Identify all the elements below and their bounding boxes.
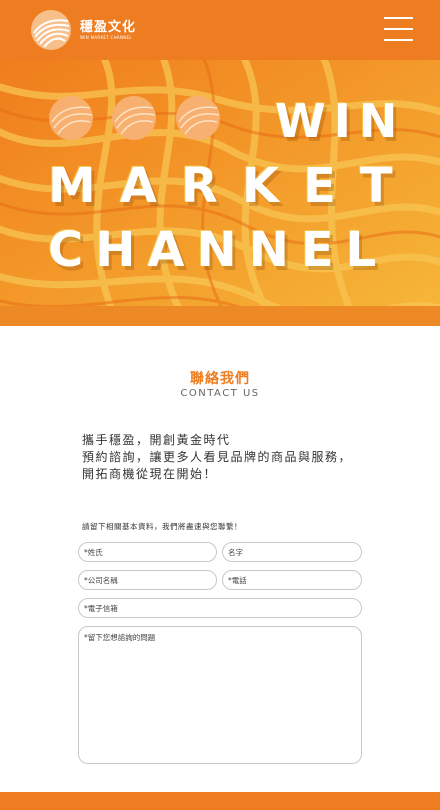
- contact-subtitle: CONTACT US: [180, 388, 260, 399]
- contact-title: 聯絡我們: [190, 371, 250, 387]
- site-header: 穩盈文化 WIN MARKET CHANNEL: [0, 0, 440, 60]
- hero-title-win: WIN: [275, 94, 406, 148]
- form-note: 請留下相關基本資料，我們將盡速與您聯繫！: [82, 522, 242, 531]
- company-field[interactable]: [78, 570, 217, 590]
- hero-banner: WIN MARKET CHANNEL: [0, 60, 440, 326]
- hero-swirl-icons: [49, 96, 220, 140]
- message-field[interactable]: [78, 626, 362, 764]
- hamburger-menu-icon[interactable]: [384, 17, 413, 41]
- given-name-field[interactable]: [222, 542, 362, 562]
- swirl-logo-icon[interactable]: [30, 9, 72, 51]
- surname-field[interactable]: [78, 542, 217, 562]
- footer-bar: [0, 792, 440, 810]
- brand-tagline: WIN MARKET CHANNEL: [80, 35, 132, 40]
- intro-line: 開拓商機從現在開始！: [82, 467, 218, 481]
- hero-title-market: MARKET: [48, 158, 417, 214]
- phone-field[interactable]: [222, 570, 362, 590]
- email-field[interactable]: [78, 598, 362, 618]
- brand-name[interactable]: 穩盈文化: [80, 16, 136, 35]
- contact-intro: 攜手穩盈，開創黃金時代 預約諮詢，讓更多人看見品牌的商品與服務， 開拓商機從現在…: [82, 432, 352, 483]
- hero-bottom-strip: [0, 306, 440, 326]
- intro-line: 預約諮詢，讓更多人看見品牌的商品與服務，: [82, 450, 353, 464]
- intro-line: 攜手穩盈，開創黃金時代: [82, 433, 231, 447]
- hero-title-channel: CHANNEL: [48, 222, 389, 278]
